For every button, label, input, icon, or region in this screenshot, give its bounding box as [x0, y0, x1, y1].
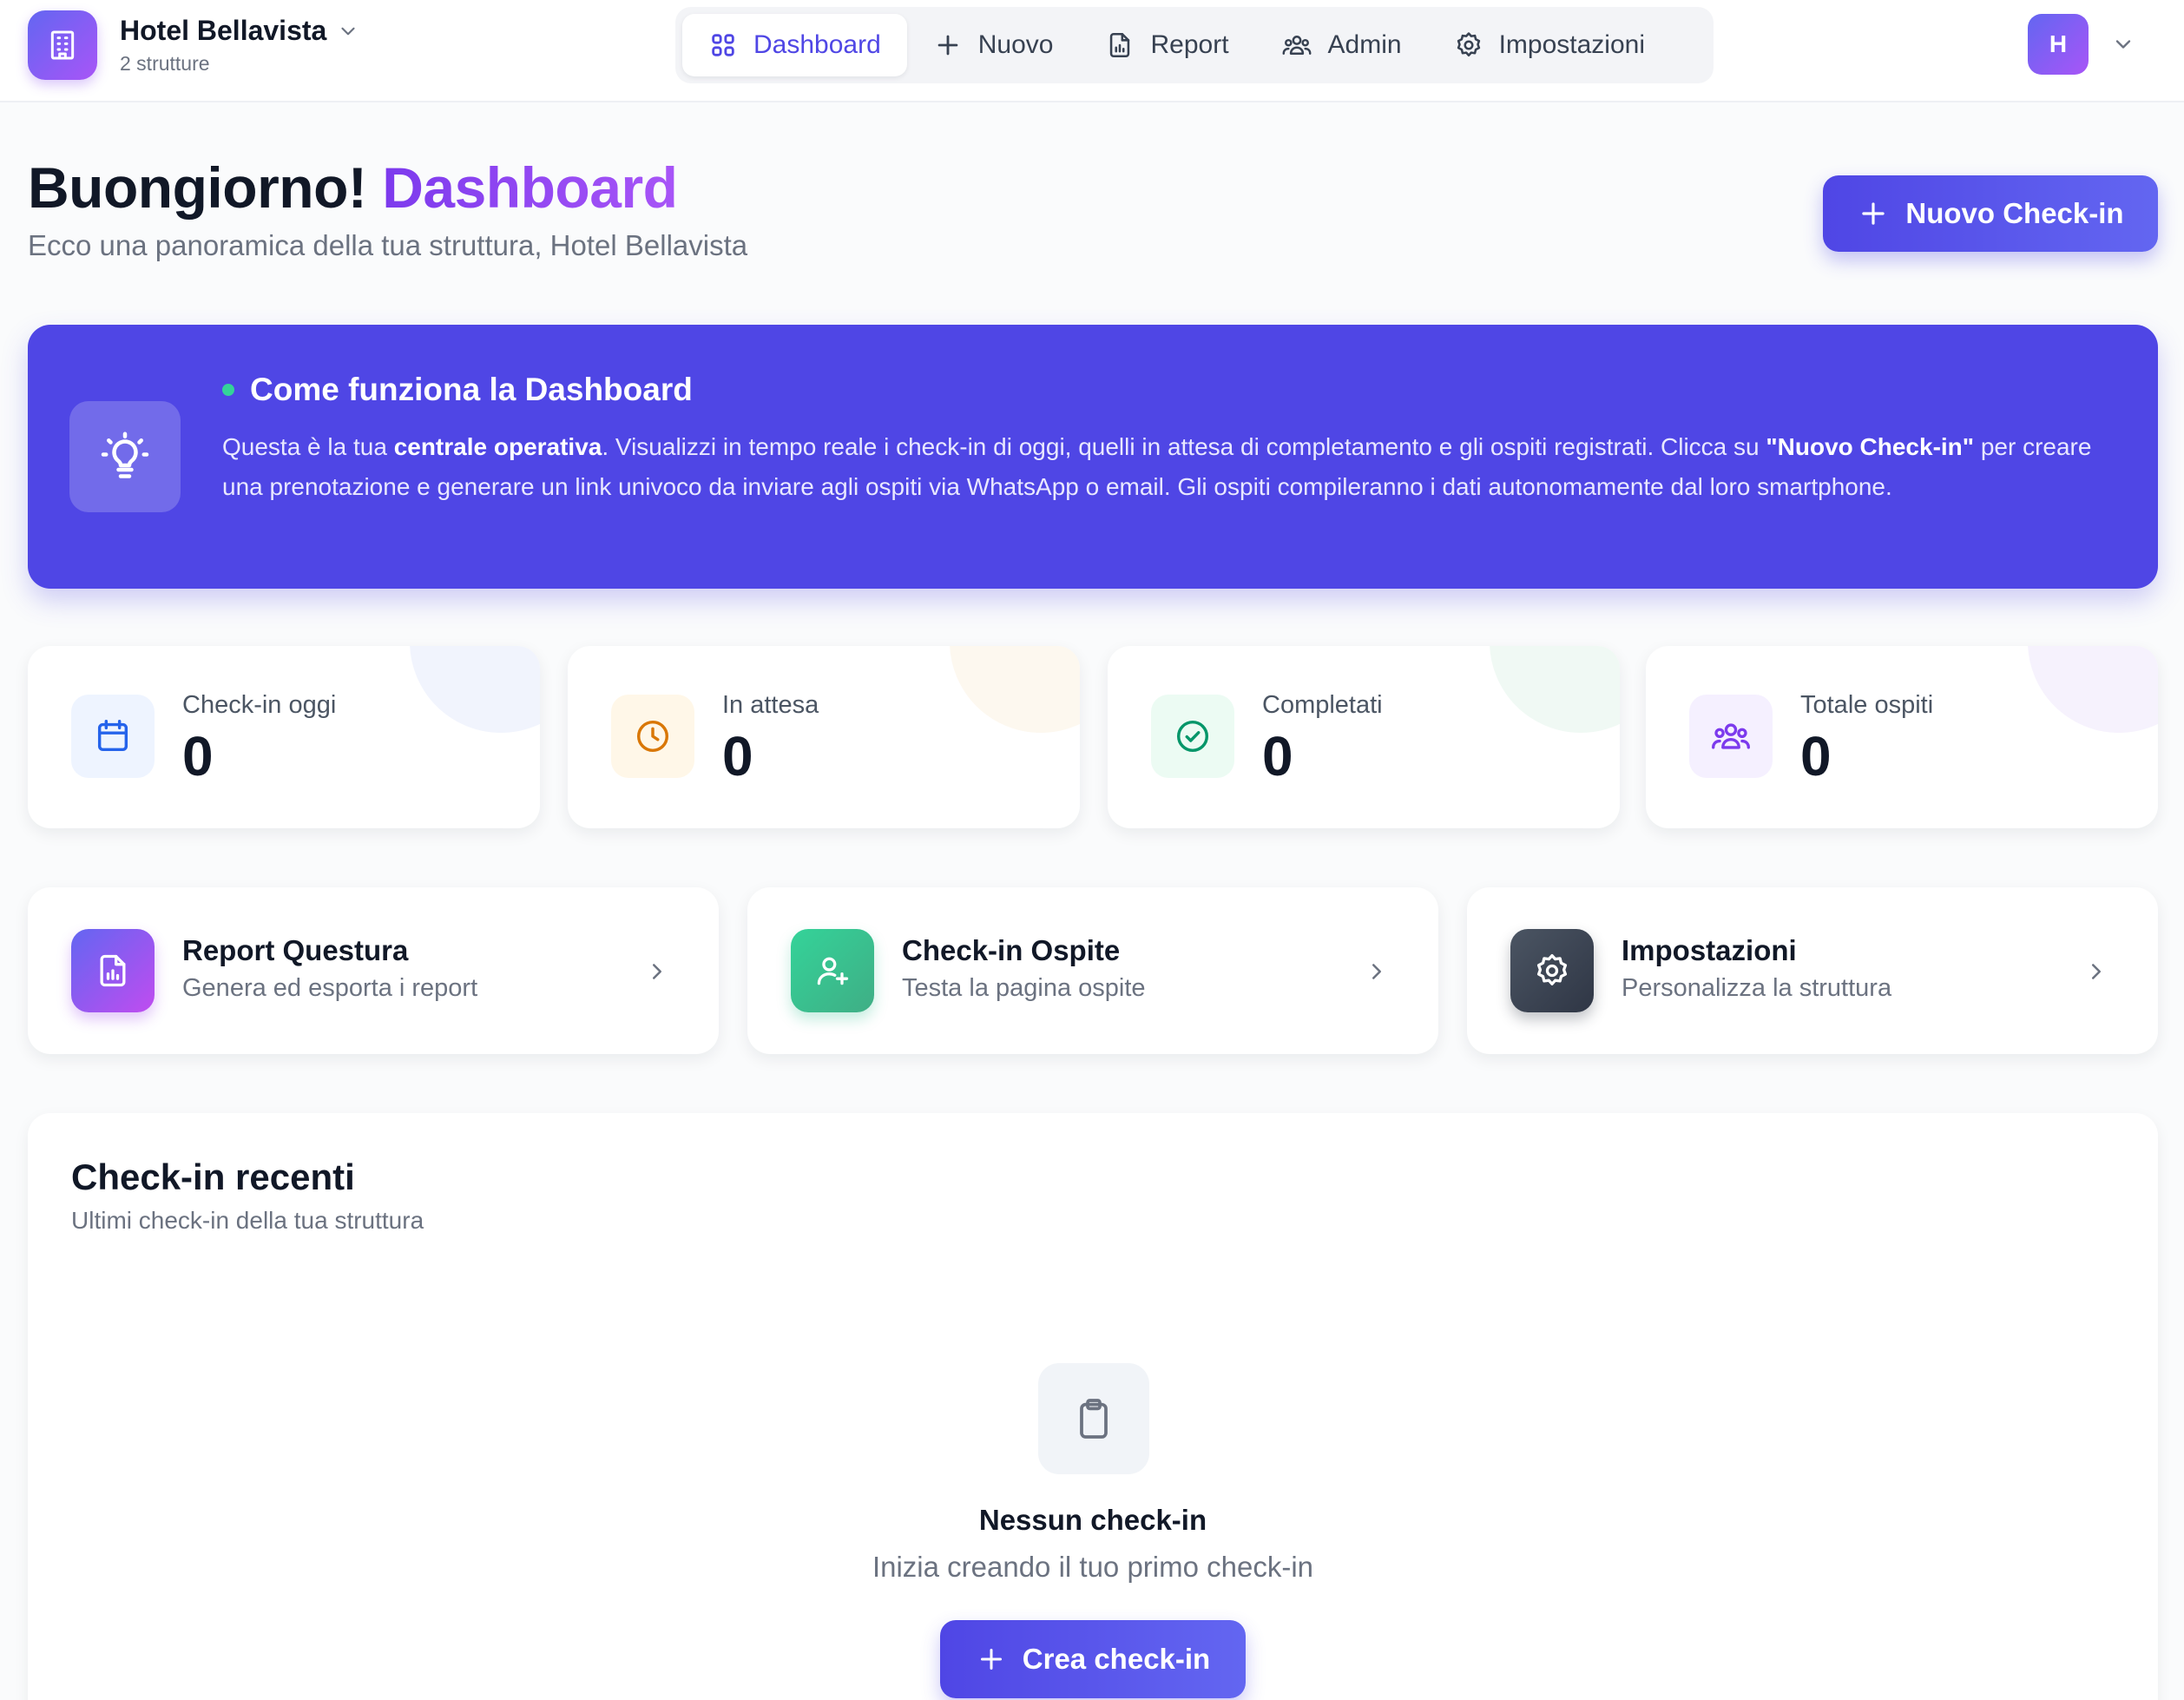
action-subtitle: Testa la pagina ospite — [902, 974, 1146, 1002]
stat-value: 0 — [722, 725, 753, 787]
stat-card-pending: In attesa 0 — [568, 646, 1080, 828]
info-title-text: Come funziona la Dashboard — [250, 372, 693, 407]
stat-label: Check-in oggi — [182, 691, 337, 719]
chevron-right-icon — [1364, 959, 1390, 985]
page-title: Buongiorno! Dashboard — [28, 155, 678, 221]
nav-dashboard[interactable]: Dashboard — [682, 14, 907, 76]
info-text-part: Questa è la tua — [222, 433, 394, 460]
clock-icon — [611, 695, 694, 778]
property-switcher[interactable]: Hotel Bellavista 2 strutture — [28, 10, 359, 80]
stat-value: 0 — [1262, 725, 1293, 787]
action-title: Impostazioni — [1622, 934, 1797, 966]
action-subtitle: Personalizza la struttura — [1622, 974, 1892, 1002]
nav-label: Impostazioni — [1498, 30, 1645, 59]
empty-state-title: Nessun check-in — [978, 1504, 1207, 1536]
gear-icon — [1457, 32, 1480, 57]
nav-label: Nuovo — [977, 30, 1054, 59]
stat-card-total-guests: Totale ospiti 0 — [1646, 646, 2158, 828]
stat-value: 0 — [1800, 725, 1832, 787]
plus-icon — [980, 1649, 1002, 1670]
nav-impostazioni[interactable]: Impostazioni — [1428, 14, 1671, 76]
greeting-accent: Dashboard — [382, 155, 678, 220]
button-label: Crea check-in — [1022, 1643, 1211, 1675]
action-card-checkin-ospite[interactable]: Check-in Ospite Testa la pagina ospite — [747, 887, 1438, 1054]
nav-nuovo[interactable]: Nuovo — [907, 14, 1080, 76]
check-circle-icon — [1151, 695, 1234, 778]
info-text-bold: "Nuovo Check-in" — [1766, 433, 1975, 460]
property-count: 2 strutture — [120, 52, 210, 75]
nav-label: Dashboard — [753, 30, 881, 59]
nav-report[interactable]: Report — [1079, 14, 1254, 76]
action-card-report-questura[interactable]: Report Questura Genera ed esporta i repo… — [28, 887, 719, 1054]
status-dot — [222, 384, 234, 396]
action-title: Report Questura — [182, 934, 409, 966]
clipboard-icon — [1038, 1363, 1149, 1474]
chevron-right-icon — [644, 959, 670, 985]
grid-icon — [712, 34, 734, 56]
info-text-bold: centrale operativa — [393, 433, 602, 460]
user-plus-icon — [791, 929, 874, 1012]
decoration — [1490, 646, 1620, 733]
action-subtitle: Genera ed esporta i report — [182, 974, 478, 1002]
chevron-down-icon — [2111, 32, 2135, 56]
info-banner: Come funziona la Dashboard Questa è la t… — [28, 325, 2158, 589]
greeting-text: Buongiorno! — [28, 155, 367, 220]
plus-icon — [1862, 202, 1885, 225]
calendar-icon — [71, 695, 155, 778]
nav-admin[interactable]: Admin — [1255, 14, 1428, 76]
report-file-icon — [71, 929, 155, 1012]
stat-label: In attesa — [722, 691, 819, 719]
action-title: Check-in Ospite — [902, 934, 1121, 966]
plus-icon — [937, 35, 958, 56]
chevron-down-icon — [337, 20, 359, 43]
action-card-impostazioni[interactable]: Impostazioni Personalizza la struttura — [1467, 887, 2158, 1054]
info-text-part: . Visualizzi in tempo reale i check-in d… — [602, 433, 1766, 460]
lightbulb-icon — [69, 401, 181, 512]
stat-card-completed: Completati 0 — [1108, 646, 1620, 828]
page-subtitle: Ecco una panoramica della tua struttura,… — [28, 229, 748, 261]
stat-label: Totale ospiti — [1800, 691, 1934, 719]
users-icon — [1282, 36, 1312, 55]
stat-label: Completati — [1262, 691, 1383, 719]
gear-icon — [1510, 929, 1594, 1012]
property-name: Hotel Bellavista — [120, 15, 327, 46]
chevron-right-icon — [2083, 959, 2109, 985]
stat-value: 0 — [182, 725, 214, 787]
section-subtitle: Ultimi check-in della tua struttura — [71, 1207, 424, 1234]
section-title: Check-in recenti — [71, 1156, 355, 1197]
create-checkin-button[interactable]: Crea check-in — [940, 1620, 1246, 1698]
report-file-icon — [1110, 32, 1130, 58]
avatar: H — [2028, 14, 2089, 75]
users-icon — [1689, 695, 1773, 778]
decoration — [2028, 646, 2158, 733]
building-icon — [28, 10, 97, 80]
user-menu[interactable]: H — [2028, 14, 2135, 75]
main-nav: Dashboard Nuovo Report Admin Impostazion… — [675, 7, 1714, 83]
info-title: Come funziona la Dashboard — [222, 372, 693, 408]
nav-label: Admin — [1327, 30, 1402, 59]
nav-label: Report — [1150, 30, 1229, 59]
empty-state-subtitle: Inizia creando il tuo primo check-in — [872, 1551, 1314, 1583]
top-bar: Hotel Bellavista 2 strutture Dashboard N… — [0, 0, 2184, 102]
stat-card-checkin-today: Check-in oggi 0 — [28, 646, 540, 828]
new-checkin-button[interactable]: Nuovo Check-in — [1823, 175, 2158, 252]
decoration — [410, 646, 540, 733]
decoration — [950, 646, 1080, 733]
info-text: Questa è la tua centrale operativa. Visu… — [222, 427, 2123, 507]
recent-checkins-panel: Check-in recenti Ultimi check-in della t… — [28, 1113, 2158, 1700]
button-label: Nuovo Check-in — [1905, 197, 2124, 229]
